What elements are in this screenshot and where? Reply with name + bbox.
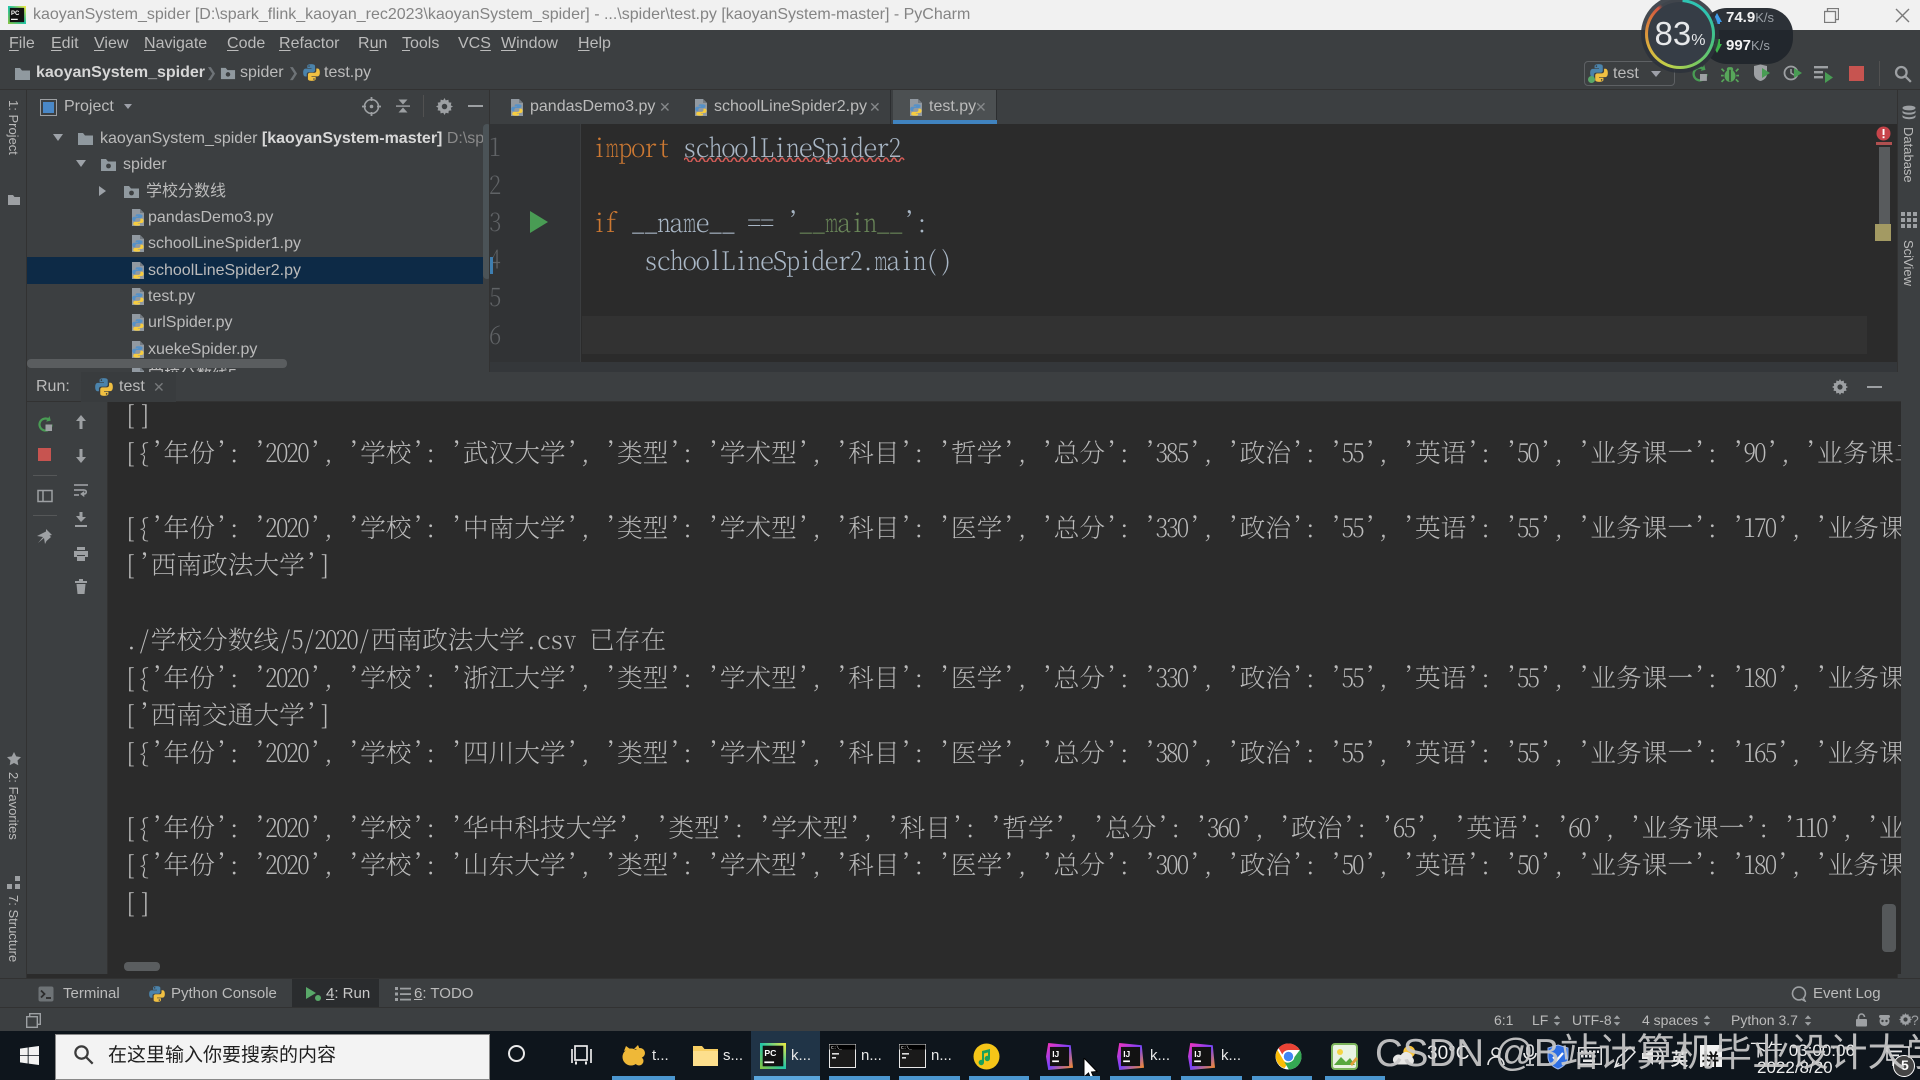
svg-text:IJ: IJ [1194, 1049, 1201, 1059]
svg-text:C:\_: C:\_ [831, 1045, 842, 1051]
svg-text:PC: PC [11, 11, 20, 17]
svg-text:C:\_: C:\_ [901, 1045, 912, 1051]
svg-text:IJ: IJ [1123, 1049, 1130, 1059]
svg-text:IJ: IJ [1052, 1049, 1059, 1059]
svg-text:PC: PC [764, 1048, 777, 1058]
